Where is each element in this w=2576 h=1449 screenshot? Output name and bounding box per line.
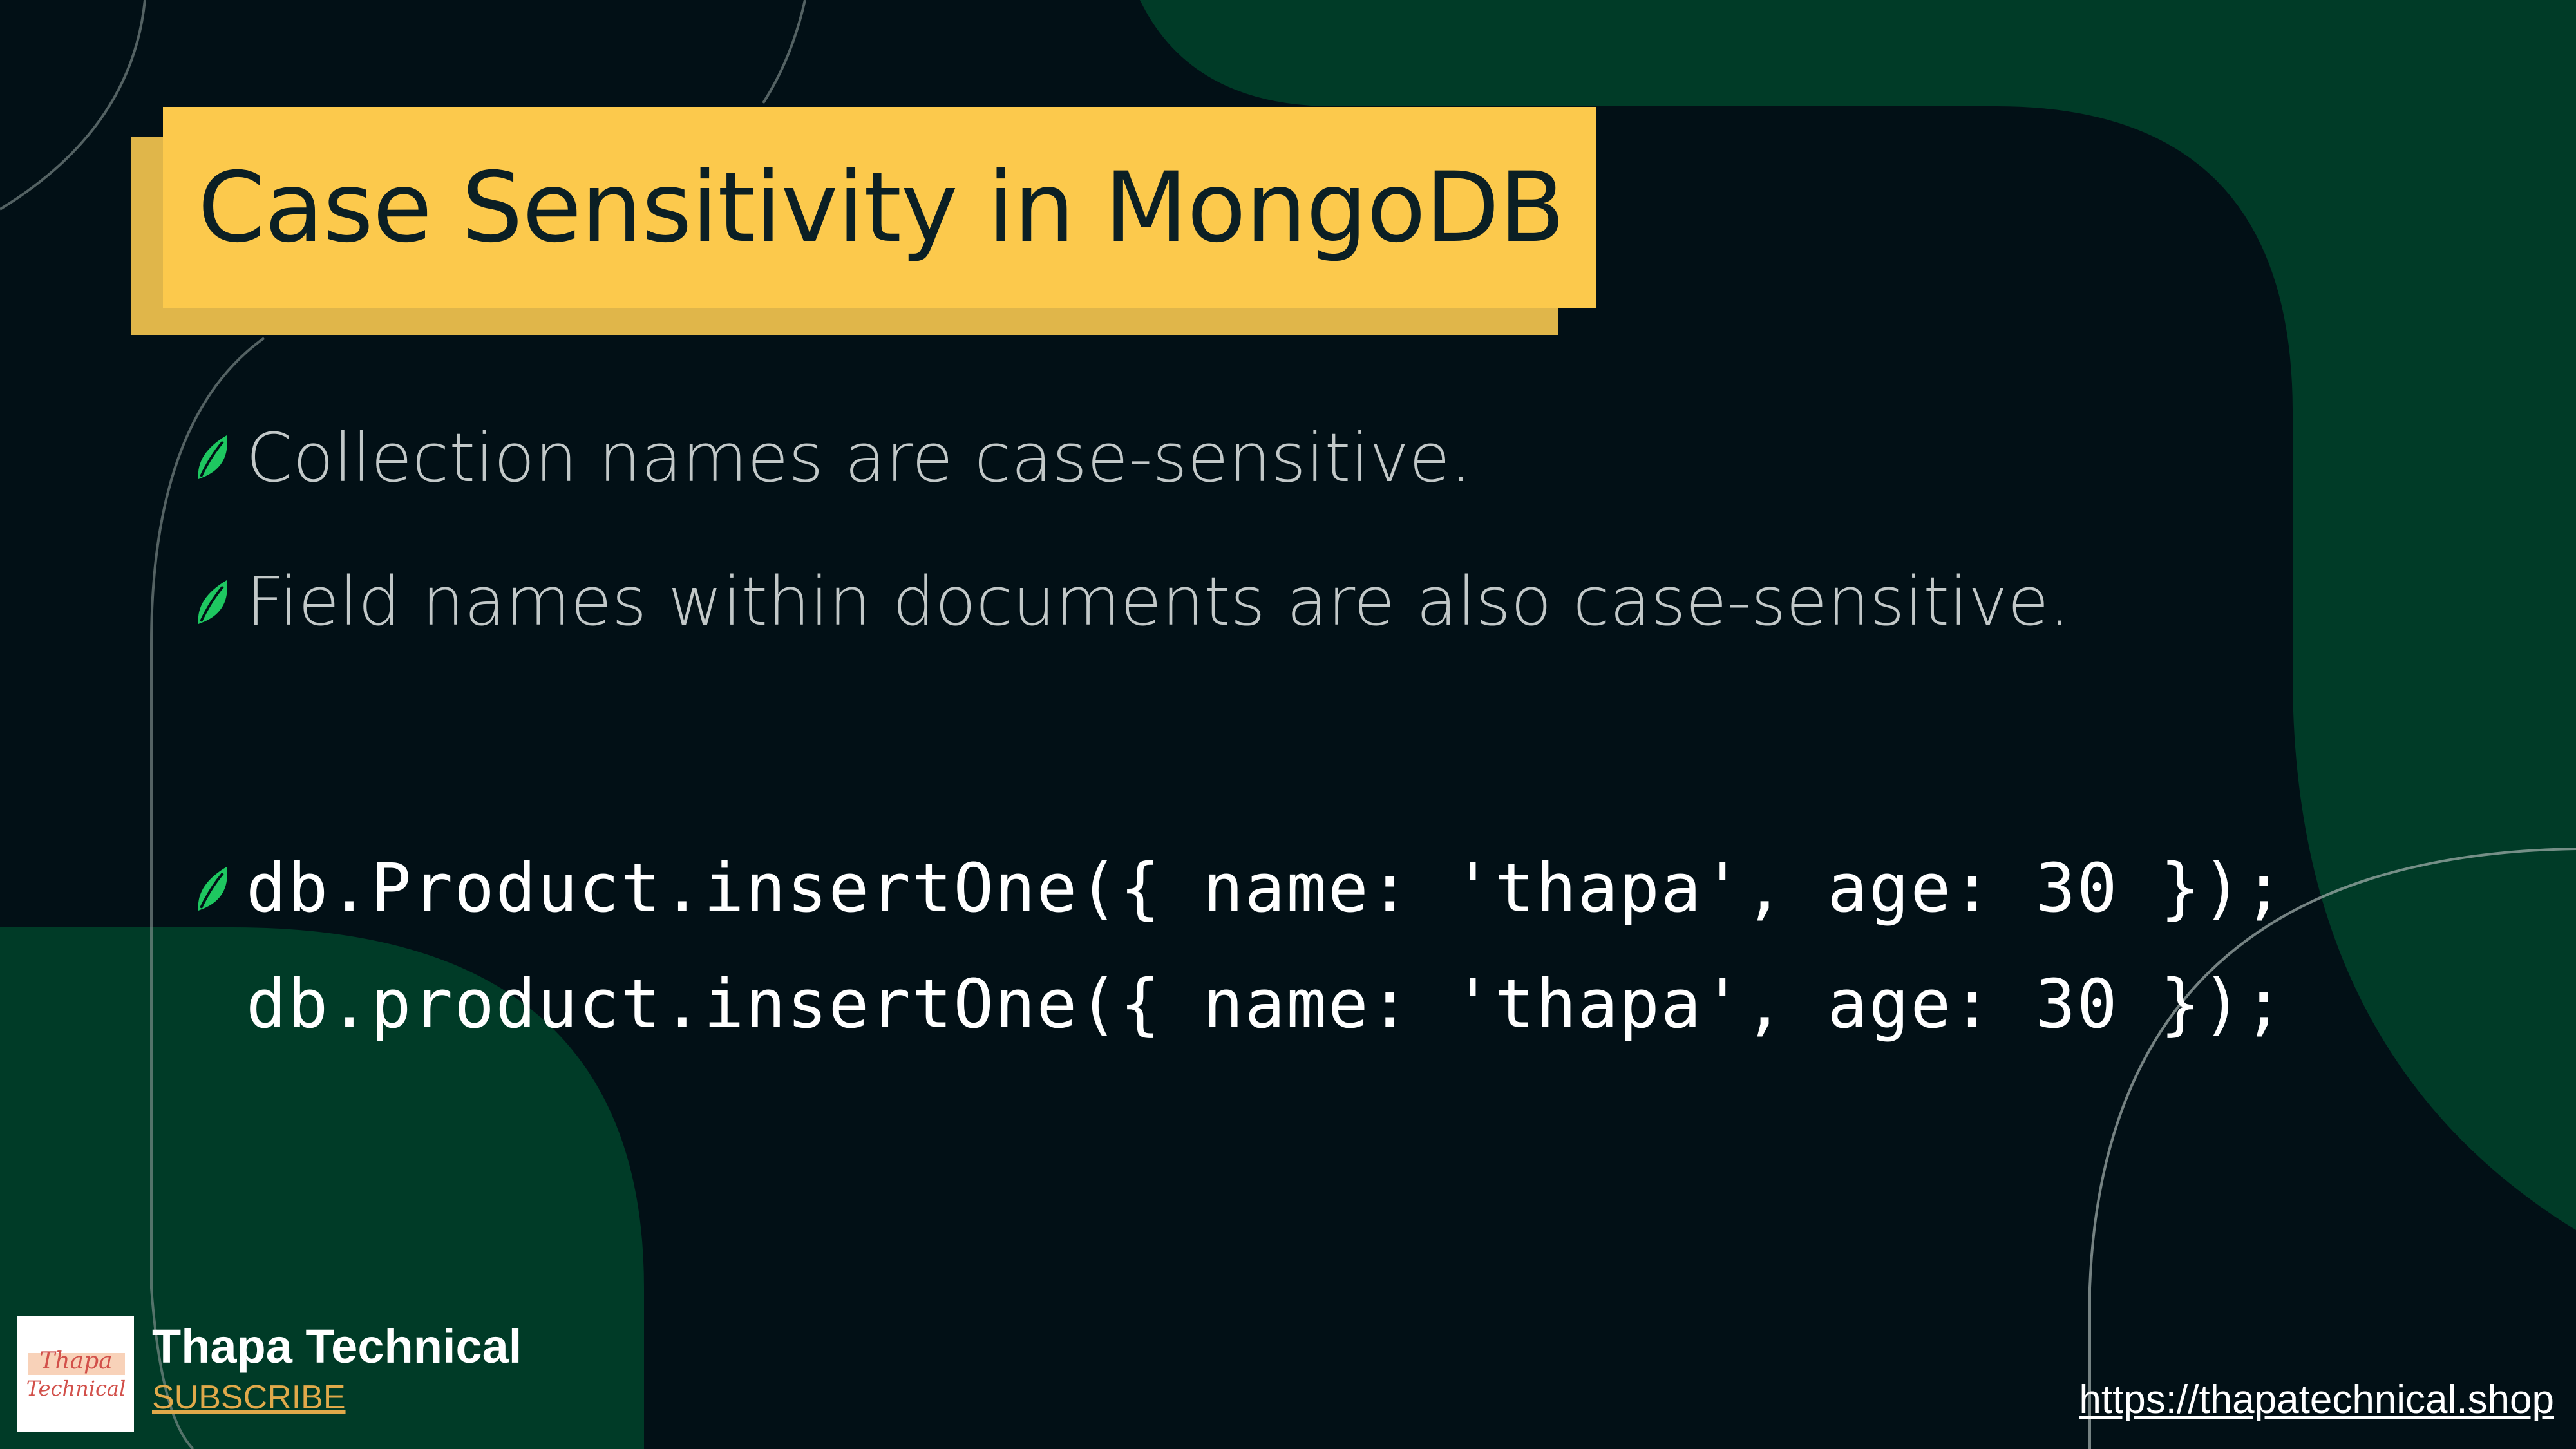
leaf-icon [198, 580, 227, 624]
bullet-text: Collection names are case-sensitive. [246, 419, 1472, 497]
arc-top-left [0, 0, 146, 211]
leaf-icon [198, 435, 227, 479]
website-link[interactable]: https://thapatechnical.shop [2079, 1377, 2554, 1423]
bullet-text: Field names within documents are also ca… [246, 562, 2070, 641]
slide-title: Case Sensitivity in MongoDB [198, 151, 1565, 264]
slide: Case Sensitivity in MongoDB Collection n… [0, 0, 2576, 1449]
title-box: Case Sensitivity in MongoDB [163, 107, 1596, 308]
logo-line: Technical [26, 1376, 126, 1401]
code-line: db.product.insertOne({ name: 'thapa', ag… [246, 965, 2286, 1043]
leaf-icon [198, 867, 227, 911]
channel-logo[interactable]: Thapa Technical [17, 1316, 134, 1432]
brand-name: Thapa Technical [152, 1320, 522, 1373]
logo-line: Thapa [39, 1348, 112, 1374]
subscribe-link[interactable]: SUBSCRIBE [152, 1378, 346, 1417]
arc-top [762, 0, 806, 104]
code-line: db.Product.insertOne({ name: 'thapa', ag… [246, 849, 2286, 927]
